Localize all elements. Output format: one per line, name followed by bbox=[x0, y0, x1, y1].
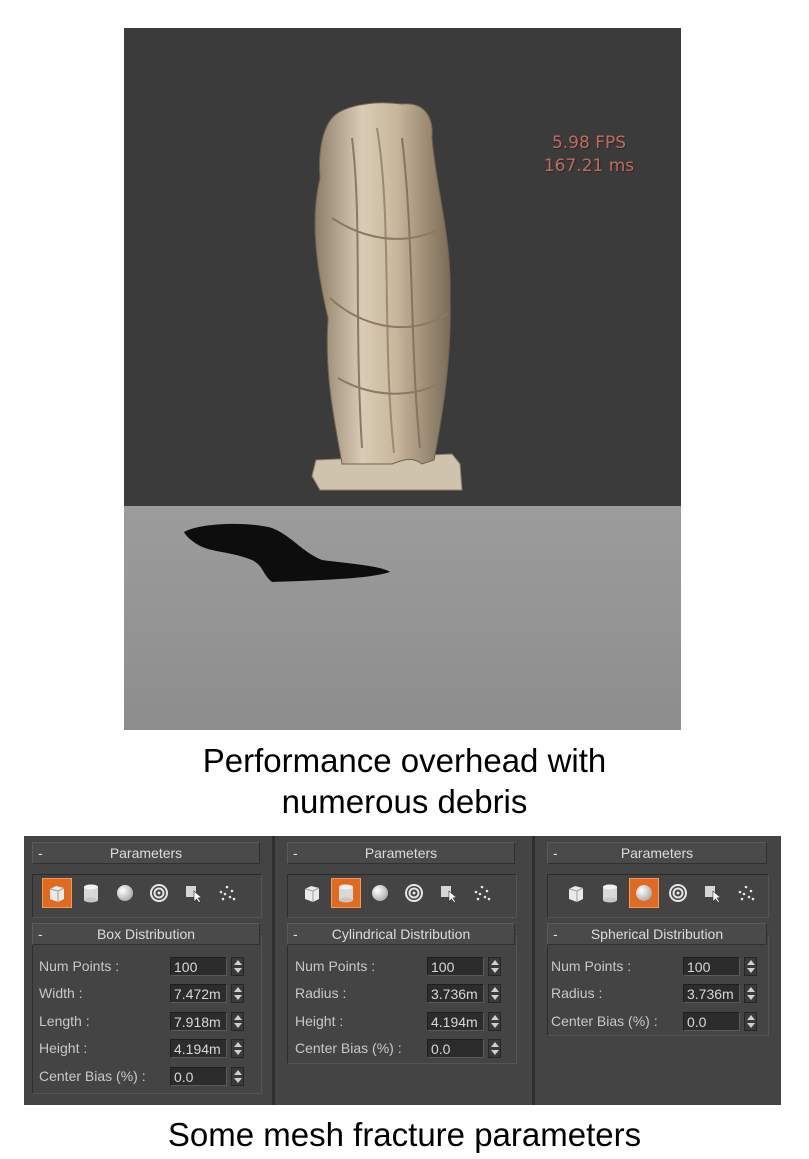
rollout-title: Parameters bbox=[364, 845, 438, 861]
sphere-icon[interactable] bbox=[365, 878, 395, 908]
panel-divider bbox=[272, 836, 275, 1105]
cursor-select-icon[interactable] bbox=[697, 878, 727, 908]
cylinder-icon[interactable] bbox=[331, 878, 361, 908]
statue-shadow bbox=[184, 523, 390, 582]
num-points-label: Num Points : bbox=[39, 958, 120, 974]
panel-spherical-distribution: - Parameters - Spherical Distribution Nu… bbox=[539, 836, 781, 1105]
parameters-rollout-header[interactable]: - Parameters bbox=[32, 842, 260, 864]
num-points-spinner[interactable] bbox=[488, 957, 501, 976]
rollout-title: Parameters bbox=[109, 845, 183, 861]
width-spinner[interactable] bbox=[231, 984, 244, 1003]
spherical-distribution-header[interactable]: - Spherical Distribution bbox=[547, 923, 767, 945]
cursor-select-icon[interactable] bbox=[178, 878, 208, 908]
center-bias-field[interactable]: 0.0 bbox=[170, 1067, 227, 1086]
cylinder-icon[interactable] bbox=[595, 878, 625, 908]
num-points-spinner[interactable] bbox=[744, 957, 757, 976]
box-icon[interactable] bbox=[561, 878, 591, 908]
cylinder-icon[interactable] bbox=[76, 878, 106, 908]
statue-model[interactable] bbox=[302, 98, 467, 498]
caption-line-1: Performance overhead with bbox=[202, 742, 607, 779]
num-points-field[interactable]: 100 bbox=[683, 957, 740, 976]
caption-line-2: numerous debris bbox=[281, 783, 528, 820]
cylindrical-distribution-header[interactable]: - Cylindrical Distribution bbox=[287, 923, 515, 945]
section-title: Box Distribution bbox=[96, 926, 196, 942]
height-field[interactable]: 4.194m bbox=[170, 1039, 227, 1058]
height-label: Height : bbox=[295, 1013, 344, 1029]
target-icon[interactable] bbox=[144, 878, 174, 908]
caption-parameters: Some mesh fracture parameters bbox=[167, 1116, 642, 1153]
panel-cylindrical-distribution: - Parameters - Cylindrical Distribution … bbox=[279, 836, 529, 1105]
box-icon[interactable] bbox=[42, 878, 72, 908]
center-bias-field[interactable]: 0.0 bbox=[683, 1012, 740, 1031]
fps-value: 5.98 FPS bbox=[551, 133, 627, 153]
section-title: Cylindrical Distribution bbox=[331, 926, 471, 942]
scatter-points-icon[interactable] bbox=[467, 878, 497, 908]
height-spinner[interactable] bbox=[488, 1012, 501, 1031]
radius-label: Radius : bbox=[295, 985, 347, 1001]
num-points-label: Num Points : bbox=[551, 958, 632, 974]
panel-divider bbox=[532, 836, 535, 1105]
center-bias-label: Center Bias (%) : bbox=[39, 1068, 146, 1084]
box-icon[interactable] bbox=[297, 878, 327, 908]
parameters-rollout-header[interactable]: - Parameters bbox=[287, 842, 515, 864]
radius-spinner[interactable] bbox=[488, 984, 501, 1003]
width-label: Width : bbox=[39, 985, 83, 1001]
target-icon[interactable] bbox=[399, 878, 429, 908]
width-field[interactable]: 7.472m bbox=[170, 984, 227, 1003]
section-title: Spherical Distribution bbox=[590, 926, 724, 942]
center-bias-field[interactable]: 0.0 bbox=[427, 1039, 484, 1058]
panel-box-distribution: - Parameters - Box Distribution Num Poin… bbox=[24, 836, 269, 1105]
parameter-panels: - Parameters - Box Distribution Num Poin… bbox=[24, 836, 781, 1105]
target-icon[interactable] bbox=[663, 878, 693, 908]
frame-time-value: 167.21 ms bbox=[543, 156, 635, 176]
render-viewport[interactable]: 5.98 FPS 167.21 ms bbox=[124, 28, 681, 730]
fps-counter: 5.98 FPS 167.21 ms bbox=[534, 132, 644, 178]
caption-performance: Performance overhead with numerous debri… bbox=[0, 740, 809, 822]
rollout-title: Parameters bbox=[620, 845, 694, 861]
num-points-field[interactable]: 100 bbox=[427, 957, 484, 976]
num-points-spinner[interactable] bbox=[231, 957, 244, 976]
center-bias-spinner[interactable] bbox=[488, 1039, 501, 1058]
height-spinner[interactable] bbox=[231, 1039, 244, 1058]
length-field[interactable]: 7.918m bbox=[170, 1012, 227, 1031]
center-bias-label: Center Bias (%) : bbox=[551, 1013, 658, 1029]
height-label: Height : bbox=[39, 1040, 88, 1056]
sphere-icon[interactable] bbox=[629, 878, 659, 908]
radius-field[interactable]: 3.736m bbox=[427, 984, 484, 1003]
center-bias-label: Center Bias (%) : bbox=[295, 1040, 402, 1056]
sphere-icon[interactable] bbox=[110, 878, 140, 908]
num-points-field[interactable]: 100 bbox=[170, 957, 227, 976]
scatter-points-icon[interactable] bbox=[212, 878, 242, 908]
cursor-select-icon[interactable] bbox=[433, 878, 463, 908]
center-bias-spinner[interactable] bbox=[231, 1067, 244, 1086]
length-label: Length : bbox=[39, 1013, 90, 1029]
center-bias-spinner[interactable] bbox=[744, 1012, 757, 1031]
length-spinner[interactable] bbox=[231, 1012, 244, 1031]
radius-spinner[interactable] bbox=[744, 984, 757, 1003]
radius-field[interactable]: 3.736m bbox=[683, 984, 740, 1003]
height-field[interactable]: 4.194m bbox=[427, 1012, 484, 1031]
scatter-points-icon[interactable] bbox=[731, 878, 761, 908]
radius-label: Radius : bbox=[551, 985, 603, 1001]
num-points-label: Num Points : bbox=[295, 958, 376, 974]
box-distribution-header[interactable]: - Box Distribution bbox=[32, 923, 260, 945]
parameters-rollout-header[interactable]: - Parameters bbox=[547, 842, 767, 864]
